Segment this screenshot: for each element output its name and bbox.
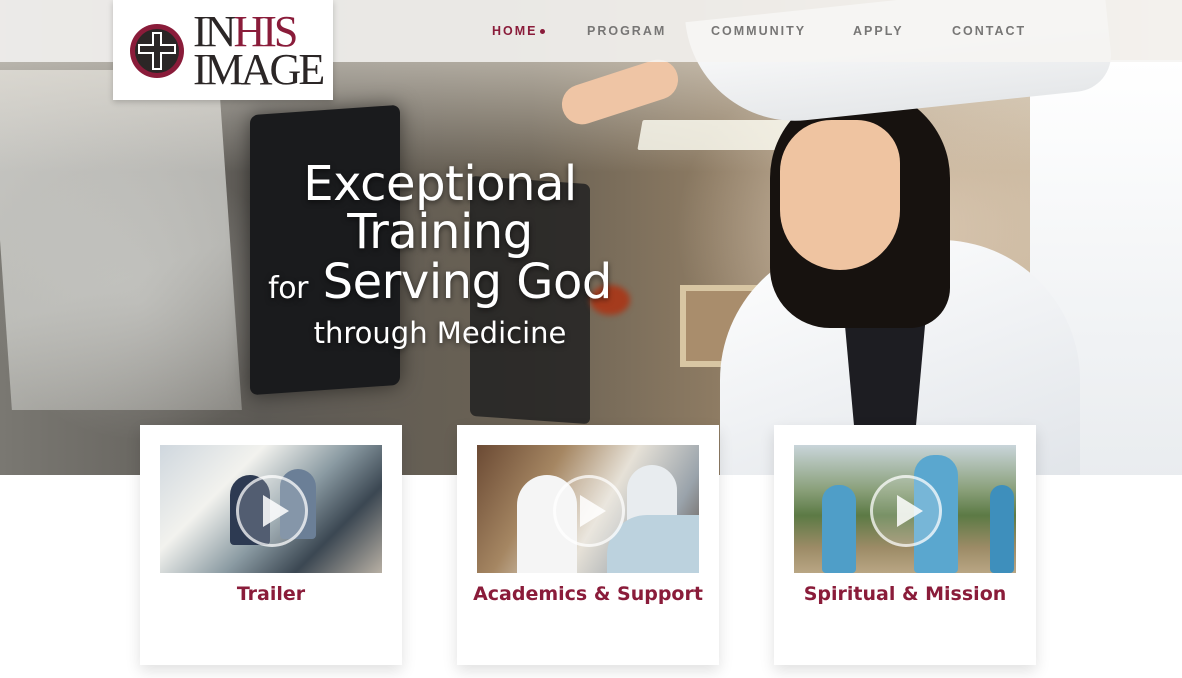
logo-wordmark: INHIS IMAGE [193,10,333,94]
headline-line-1: Exceptional [303,156,577,212]
nav-apply[interactable]: APPLY [853,24,904,38]
headline-for: for [268,271,308,306]
logo-image: IMAGE [193,45,325,94]
cross-emblem-icon [130,24,184,78]
page: Exceptional Training for Serving God thr… [0,0,1182,678]
headline-line-4: through Medicine [313,316,567,350]
nav-home[interactable]: HOME [492,24,538,38]
nav-community[interactable]: COMMUNITY [711,24,806,38]
play-icon[interactable] [553,475,625,547]
video-card-trailer[interactable]: Trailer [140,425,402,665]
video-thumbnail[interactable] [160,445,382,573]
card-title[interactable]: Spiritual & Mission [774,583,1036,605]
play-icon[interactable] [870,475,942,547]
headline-line-3: for Serving God [230,256,650,315]
headline-line-2: Training [347,204,533,260]
active-indicator-dot [540,29,545,34]
nav-contact[interactable]: CONTACT [952,24,1026,38]
site-logo[interactable]: INHIS IMAGE [113,0,333,100]
video-card-academics[interactable]: Academics & Support [457,425,719,665]
play-icon[interactable] [236,475,308,547]
video-card-spiritual[interactable]: Spiritual & Mission [774,425,1036,665]
card-title[interactable]: Trailer [140,583,402,605]
hero-headline: Exceptional Training for Serving God thr… [230,160,650,351]
headline-serving-god: Serving God [322,254,613,310]
card-title[interactable]: Academics & Support [457,583,719,605]
video-thumbnail[interactable] [477,445,699,573]
nav-program[interactable]: PROGRAM [587,24,666,38]
video-thumbnail[interactable] [794,445,1016,573]
